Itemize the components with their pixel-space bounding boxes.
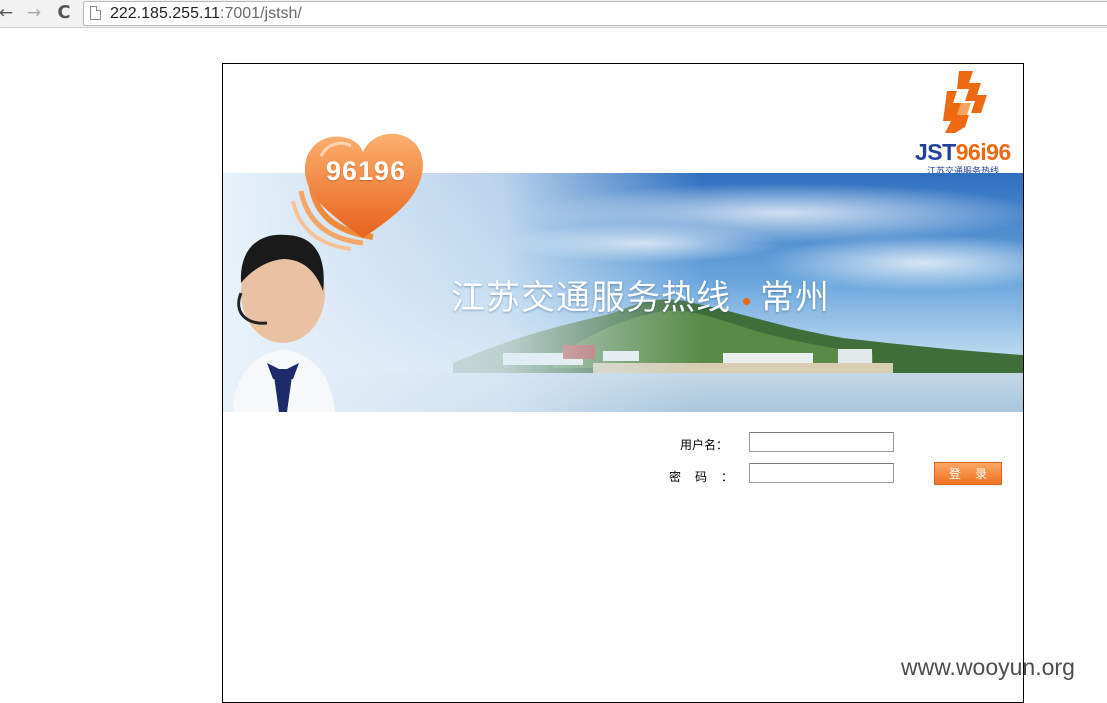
username-label: 用户名：	[680, 438, 729, 452]
banner-title-city: 常州	[760, 278, 830, 318]
address-bar[interactable]: 222.185.255.11:7001/jstsh/	[83, 1, 1107, 26]
banner-title: 江苏交通服务热线 常州	[451, 270, 830, 319]
page-icon	[90, 6, 101, 20]
url-text[interactable]: 222.185.255.11:7001/jstsh/	[110, 4, 302, 24]
watermark-text: www.wooyun.org	[901, 654, 1075, 680]
banner-title-main: 江苏交通服务热线	[451, 278, 731, 318]
url-path: :7001/jstsh/	[220, 5, 302, 22]
jst-logo: JST96i96 江苏交通服务热线	[913, 69, 1018, 176]
login-page-frame: JST96i96 江苏交通服务热线 江苏交通服务热线 常州 96196 用户名：…	[222, 63, 1024, 703]
password-label-colon: ：	[721, 470, 734, 484]
password-input[interactable]	[749, 463, 894, 483]
login-button[interactable]: 登录	[934, 462, 1002, 485]
logo-wordmark: JST96i96	[915, 139, 1011, 165]
password-label-text: 密码	[669, 470, 722, 484]
browser-toolbar: ← → C 222.185.255.11:7001/jstsh/	[0, 0, 1107, 28]
forward-arrow-icon[interactable]: →	[24, 3, 44, 23]
banner-title-dot	[743, 298, 750, 305]
back-arrow-icon[interactable]: ←	[0, 3, 16, 23]
username-input[interactable]	[749, 432, 894, 452]
reload-icon[interactable]: C	[54, 3, 74, 23]
logo-brand: JST	[915, 139, 956, 165]
password-label: 密码：	[669, 468, 733, 485]
jst-logo-mark-icon	[943, 71, 987, 133]
url-host: 222.185.255.11	[110, 5, 221, 22]
logo-number: 96i96	[955, 139, 1012, 165]
hotline-number: 96196	[326, 156, 407, 186]
